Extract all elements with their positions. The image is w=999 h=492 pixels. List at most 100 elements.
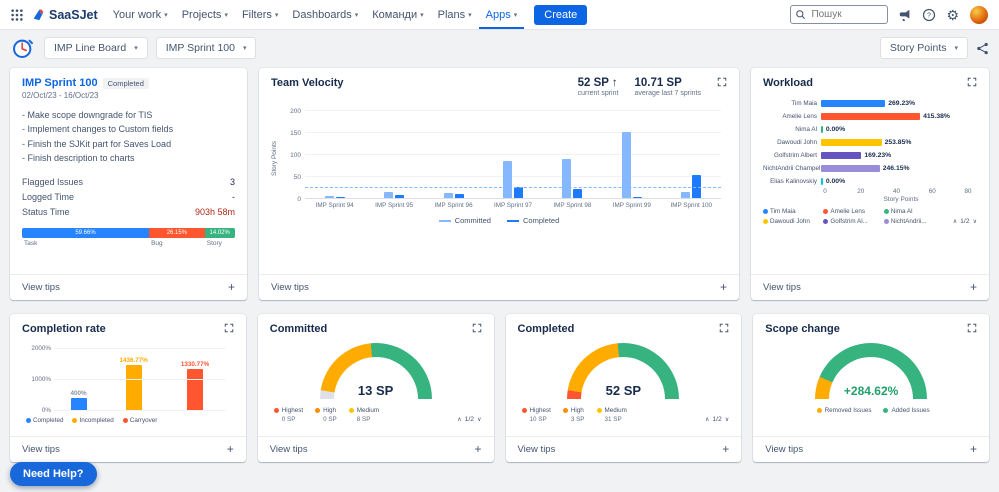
pager-up-icon[interactable]: ∧: [457, 416, 461, 423]
legend-item[interactable]: Committed: [438, 216, 491, 225]
x-tick-label: IMP Sprint 100: [670, 202, 713, 209]
x-tick-label: 0: [823, 188, 827, 195]
create-button[interactable]: Create: [534, 4, 588, 25]
workload-bar: [821, 165, 880, 172]
view-tips-link[interactable]: View tips: [271, 282, 309, 293]
settings-gear-icon[interactable]: ⚙: [946, 8, 959, 22]
current-sprint-stat: 52 SP ↑ current sprint: [578, 77, 619, 97]
need-help-button[interactable]: Need Help?: [10, 462, 97, 486]
workload-percent: 246.15%: [882, 165, 910, 172]
chevron-down-icon: ▾: [513, 11, 518, 19]
sprint-note: - Finish description to charts: [22, 153, 135, 164]
view-tips-row: View tips +: [505, 436, 742, 462]
metric-select[interactable]: Story Points ▾: [879, 37, 968, 59]
legend-dot: [823, 209, 829, 214]
announcements-icon[interactable]: [898, 8, 912, 22]
sprint-goal-notes: - Make scope downgrade for TIS - Implemen…: [22, 108, 235, 166]
time-in-status-logo-icon: [10, 36, 36, 60]
view-tips-link[interactable]: View tips: [763, 282, 801, 293]
completion-bars: 400% 1436.77% 1330.77%: [54, 345, 226, 411]
card-title: Committed: [269, 323, 328, 335]
expand-icon[interactable]: [472, 323, 482, 333]
workload-row: Tim Maia 269.23%: [763, 97, 977, 110]
legend-pagination: ∧ 1/2 ∨: [953, 218, 977, 225]
legend-item[interactable]: Carryover: [122, 417, 157, 424]
x-tick-label: IMP Sprint 99: [612, 202, 651, 209]
plus-icon[interactable]: +: [228, 281, 235, 293]
legend-item[interactable]: Tim Maia: [763, 208, 819, 215]
legend-item[interactable]: Incompleted: [72, 417, 114, 424]
pager-up-icon[interactable]: ∧: [705, 416, 709, 423]
chevron-down-icon: ▾: [164, 11, 168, 19]
legend-text: High 3 SP: [571, 407, 585, 423]
gauge-value: 52 SP: [605, 383, 642, 398]
view-tips-link[interactable]: View tips: [765, 444, 803, 455]
view-tips-link[interactable]: View tips: [518, 444, 556, 455]
nav-item-plans[interactable]: Plans ▾: [431, 0, 479, 29]
view-tips-link[interactable]: View tips: [22, 282, 60, 293]
sprint-select[interactable]: IMP Sprint 100 ▾: [155, 37, 257, 59]
current-sprint-label: current sprint: [577, 90, 619, 97]
view-tips-link[interactable]: View tips: [270, 444, 308, 455]
velocity-bar: [562, 158, 572, 198]
nav-item-filters[interactable]: Filters ▾: [235, 0, 285, 29]
legend-item[interactable]: NichtAndrii...: [883, 218, 940, 225]
nav-item-apps[interactable]: Apps ▾: [478, 0, 525, 29]
expand-icon[interactable]: [967, 323, 977, 333]
pager-down-icon[interactable]: ∨: [725, 416, 729, 423]
plus-icon[interactable]: +: [970, 443, 977, 455]
legend-value: 0 SP: [281, 416, 296, 423]
view-tips-link[interactable]: View tips: [22, 444, 60, 455]
share-icon[interactable]: [976, 42, 989, 55]
x-axis-label: Story Points: [883, 196, 919, 203]
legend-item[interactable]: Completed: [26, 417, 63, 424]
issue-type-distribution: 59.66% 26.15% 14.02% Task Bug Story: [22, 227, 235, 247]
workload-bar: [821, 126, 823, 133]
scope-legend: Removed Issues Added Issues: [769, 407, 977, 414]
plus-icon[interactable]: +: [722, 443, 729, 455]
workload-row: Elias Kalinovskiy 0.00%: [763, 175, 977, 188]
help-icon[interactable]: ?: [922, 8, 936, 22]
nav-item-your-work[interactable]: Your work ▾: [106, 0, 175, 29]
workload-name: Nima Al: [795, 126, 817, 133]
expand-icon[interactable]: [967, 77, 977, 87]
nav-item-projects[interactable]: Projects ▾: [175, 0, 235, 29]
legend-item[interactable]: Amelie Lens: [823, 208, 879, 215]
legend-dot: [883, 209, 889, 214]
legend-label: Completed: [522, 216, 560, 225]
plus-icon[interactable]: +: [474, 443, 481, 455]
plus-icon[interactable]: +: [970, 281, 977, 293]
y-tick-label: 50: [293, 174, 301, 182]
workload-percent: 415.38%: [923, 113, 950, 120]
plus-icon[interactable]: +: [720, 281, 727, 293]
expand-icon[interactable]: [224, 323, 234, 333]
legend-value: 0 SP: [323, 416, 337, 423]
distribution-label: Bug: [151, 239, 163, 247]
pager-down-icon[interactable]: ∨: [973, 218, 977, 225]
expand-icon[interactable]: [719, 323, 729, 333]
board-toolbar: IMP Line Board ▾ IMP Sprint 100 ▾ Story …: [0, 30, 999, 64]
legend-item[interactable]: Nima Al: [883, 208, 940, 215]
board-select[interactable]: IMP Line Board ▾: [44, 37, 148, 59]
nav-item-dashboards[interactable]: Dashboards ▾: [285, 0, 365, 29]
completion-chart: 400% 1436.77% 1330.77% 0% 1000% 2000%: [31, 345, 226, 414]
bar-value-label: 400%: [70, 389, 87, 397]
expand-icon[interactable]: [717, 77, 727, 87]
legend-item[interactable]: Golfstrim Al...: [823, 218, 879, 225]
app-switcher-icon[interactable]: [10, 8, 24, 22]
plus-icon[interactable]: +: [227, 443, 234, 455]
sprint-title-link[interactable]: IMP Sprint 100: [22, 77, 98, 89]
legend-item[interactable]: Completed: [506, 216, 560, 225]
user-avatar[interactable]: [969, 4, 989, 25]
pager-up-icon[interactable]: ∧: [953, 218, 957, 225]
card-title: Completion rate: [22, 323, 106, 335]
velocity-bars: [305, 107, 721, 199]
pager-down-icon[interactable]: ∨: [477, 416, 481, 423]
distribution-label: Task: [24, 239, 38, 247]
nav-item-команди[interactable]: Команди ▾: [365, 0, 430, 29]
completion-bar: [125, 365, 142, 410]
logo-text: SaaSJet: [49, 7, 98, 22]
legend-item[interactable]: Dawoudi John: [763, 218, 819, 225]
velocity-bar: [454, 193, 464, 198]
saasjet-logo[interactable]: SaaSJet: [32, 8, 98, 22]
